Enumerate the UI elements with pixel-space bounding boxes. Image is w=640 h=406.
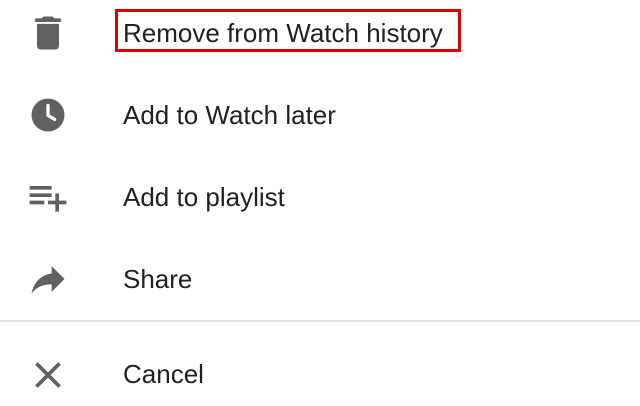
close-icon (26, 353, 70, 397)
playlist-add-icon (26, 175, 70, 219)
highlight-box (115, 9, 461, 52)
add-to-playlist-item[interactable]: Add to playlist (0, 164, 640, 246)
add-to-watch-later-item[interactable]: Add to Watch later (0, 82, 640, 164)
share-item[interactable]: Share (0, 246, 640, 328)
menu-item-label: Add to playlist (123, 182, 285, 212)
menu-item-label: Share (123, 264, 193, 294)
action-sheet: Remove from Watch history Add to Watch l… (0, 0, 640, 406)
cancel-item[interactable]: Cancel (0, 324, 640, 406)
cancel-label: Cancel (123, 359, 204, 389)
clock-icon (26, 93, 70, 137)
divider (0, 320, 640, 322)
trash-icon (26, 11, 70, 55)
remove-from-watch-history-item[interactable]: Remove from Watch history (0, 0, 640, 82)
menu-item-label: Add to Watch later (123, 100, 336, 130)
share-arrow-icon (26, 257, 70, 301)
